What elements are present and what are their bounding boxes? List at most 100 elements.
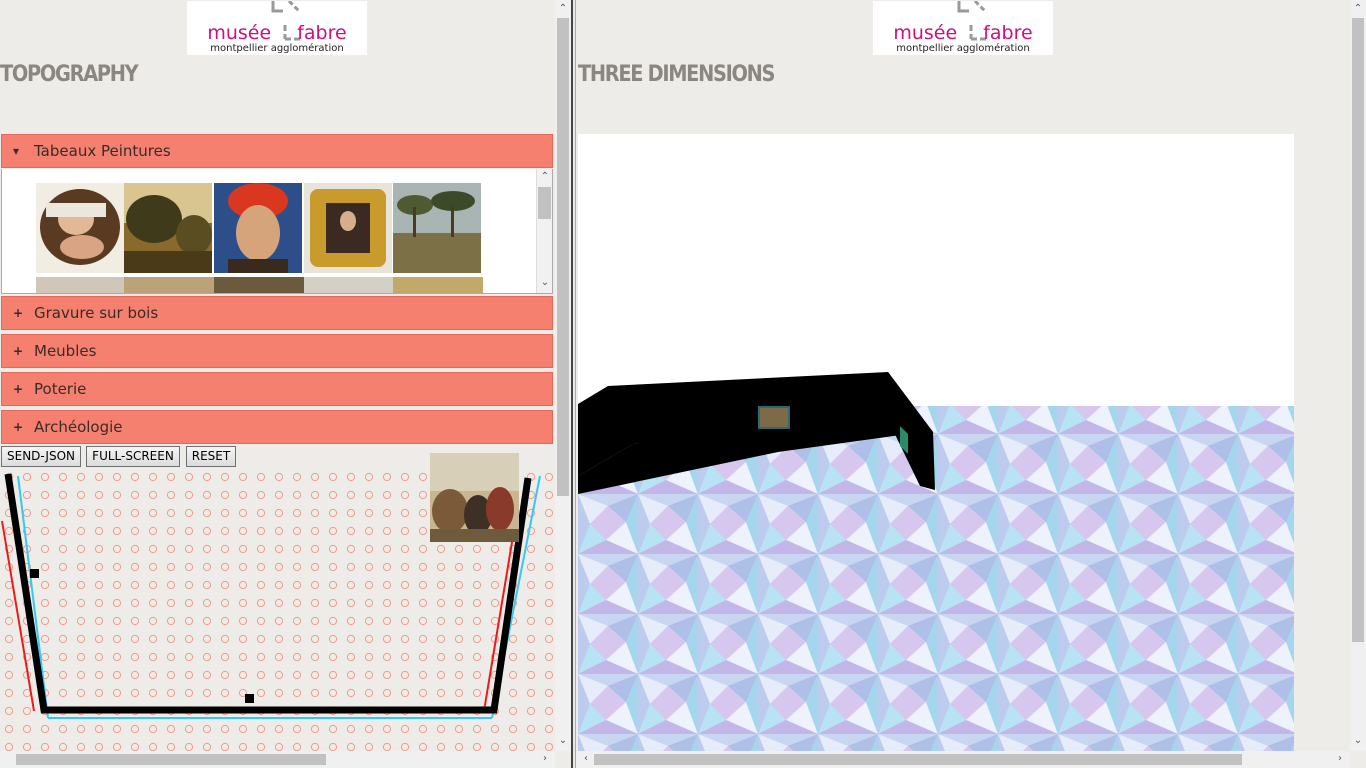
grid-point[interactable] (310, 544, 320, 554)
grid-point[interactable] (166, 472, 176, 482)
grid-point[interactable] (310, 742, 320, 751)
grid-point[interactable] (544, 670, 554, 680)
grid-point[interactable] (40, 634, 50, 644)
grid-point[interactable] (94, 688, 104, 698)
grid-point[interactable] (382, 490, 392, 500)
grid-point[interactable] (400, 724, 410, 734)
grid-point[interactable] (544, 526, 554, 536)
grid-point[interactable] (22, 490, 32, 500)
grid-point[interactable] (94, 526, 104, 536)
grid-point[interactable] (22, 742, 32, 751)
grid-point[interactable] (436, 544, 446, 554)
grid-point[interactable] (454, 670, 464, 680)
grid-point[interactable] (454, 652, 464, 662)
grid-point[interactable] (220, 742, 230, 751)
grid-point[interactable] (310, 562, 320, 572)
grid-point[interactable] (94, 652, 104, 662)
grid-point[interactable] (292, 598, 302, 608)
grid-point[interactable] (346, 670, 356, 680)
grid-point[interactable] (544, 598, 554, 608)
grid-point[interactable] (256, 616, 266, 626)
grid-point[interactable] (184, 598, 194, 608)
grid-point[interactable] (544, 652, 554, 662)
grid-point[interactable] (292, 508, 302, 518)
grid-point[interactable] (4, 652, 14, 662)
grid-point[interactable] (184, 526, 194, 536)
grid-point[interactable] (418, 634, 428, 644)
right-pane-hscroll-thumb[interactable] (594, 754, 1242, 765)
grid-point[interactable] (454, 580, 464, 590)
grid-point[interactable] (112, 544, 122, 554)
grid-point[interactable] (436, 616, 446, 626)
grid-point[interactable] (148, 598, 158, 608)
grid-point[interactable] (166, 490, 176, 500)
grid-point[interactable] (418, 598, 428, 608)
painting-thumbnail-trees-park[interactable] (393, 183, 481, 273)
grid-point[interactable] (58, 508, 68, 518)
grid-point[interactable] (328, 544, 338, 554)
grid-point[interactable] (22, 724, 32, 734)
grid-point[interactable] (508, 742, 518, 751)
grid-point[interactable] (166, 724, 176, 734)
grid-point[interactable] (400, 652, 410, 662)
scroll-right-arrow-icon[interactable]: › (1332, 753, 1348, 764)
grid-point[interactable] (436, 652, 446, 662)
grid-point[interactable] (472, 616, 482, 626)
grid-point[interactable] (400, 526, 410, 536)
grid-point[interactable] (166, 652, 176, 662)
grid-point[interactable] (220, 598, 230, 608)
grid-point[interactable] (166, 526, 176, 536)
grid-point[interactable] (148, 580, 158, 590)
grid-point[interactable] (364, 724, 374, 734)
grid-point[interactable] (40, 544, 50, 554)
grid-point[interactable] (22, 688, 32, 698)
grid-point[interactable] (238, 670, 248, 680)
grid-point[interactable] (58, 742, 68, 751)
grid-point[interactable] (418, 616, 428, 626)
grid-point[interactable] (292, 724, 302, 734)
grid-point[interactable] (94, 616, 104, 626)
grid-point[interactable] (418, 670, 428, 680)
grid-point[interactable] (436, 724, 446, 734)
grid-point[interactable] (184, 724, 194, 734)
grid-point[interactable] (22, 706, 32, 716)
grid-point[interactable] (310, 508, 320, 518)
grid-point[interactable] (202, 724, 212, 734)
grid-point[interactable] (202, 472, 212, 482)
grid-point[interactable] (94, 724, 104, 734)
grid-point[interactable] (292, 526, 302, 536)
grid-point[interactable] (130, 652, 140, 662)
grid-point[interactable] (544, 562, 554, 572)
grid-point[interactable] (130, 616, 140, 626)
grid-point[interactable] (400, 688, 410, 698)
grid-point[interactable] (382, 544, 392, 554)
grid-point[interactable] (184, 670, 194, 680)
grid-point[interactable] (76, 688, 86, 698)
grid-point[interactable] (238, 616, 248, 626)
scroll-up-arrow-icon[interactable]: ⌃ (555, 3, 571, 14)
grid-point[interactable] (220, 616, 230, 626)
grid-point[interactable] (310, 688, 320, 698)
grid-point[interactable] (472, 634, 482, 644)
grid-point[interactable] (166, 598, 176, 608)
grid-point[interactable] (40, 562, 50, 572)
grid-point[interactable] (130, 634, 140, 644)
grid-point[interactable] (130, 544, 140, 554)
wall-vertex-handle[interactable] (30, 569, 39, 578)
3d-scene[interactable] (578, 134, 1294, 751)
accordion-header-pottery[interactable]: + Poterie (1, 372, 553, 406)
grid-point[interactable] (76, 724, 86, 734)
grid-point[interactable] (40, 472, 50, 482)
grid-point[interactable] (76, 562, 86, 572)
grid-point[interactable] (238, 472, 248, 482)
grid-point[interactable] (526, 580, 536, 590)
grid-point[interactable] (346, 652, 356, 662)
grid-point[interactable] (58, 616, 68, 626)
scroll-left-arrow-icon[interactable]: ‹ (578, 753, 594, 764)
grid-point[interactable] (58, 652, 68, 662)
grid-point[interactable] (76, 544, 86, 554)
grid-point[interactable] (148, 634, 158, 644)
grid-point[interactable] (418, 652, 428, 662)
grid-point[interactable] (490, 544, 500, 554)
grid-point[interactable] (436, 562, 446, 572)
